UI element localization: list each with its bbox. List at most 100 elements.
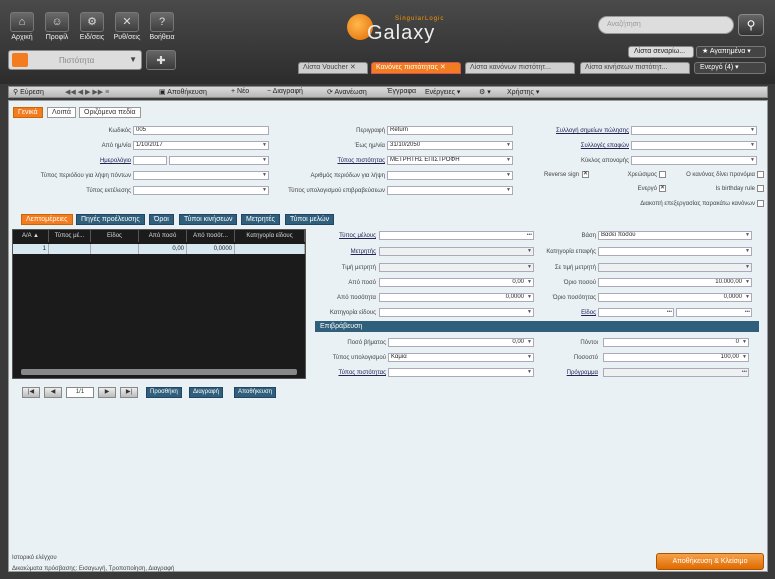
grid-scrollbar[interactable] <box>21 369 297 375</box>
delete-row-button[interactable]: Διαγραφή <box>189 387 223 398</box>
member-type-label[interactable]: Τύπος μέλους <box>310 233 376 239</box>
desc-field[interactable]: Return <box>387 126 513 135</box>
search-button[interactable]: ⚲ <box>738 14 764 36</box>
profile-button[interactable]: ☺ Προφίλ <box>40 12 74 41</box>
grid-header[interactable]: Α/Α ▲ <box>13 230 49 242</box>
sales-points-field[interactable]: ▼ <box>631 126 757 135</box>
tab-loyalty-rules[interactable]: Κανόνες πιστότητας ✕ <box>371 62 461 74</box>
base-field[interactable]: Βάσει ποσού ▼ <box>598 231 752 240</box>
exec-type-field[interactable]: ▼ <box>133 186 269 195</box>
to-date-field[interactable]: 31/10/2050 ▼ <box>387 141 513 150</box>
birthday-checkbox[interactable] <box>757 185 764 192</box>
search-input[interactable]: Αναζήτηση <box>598 16 734 34</box>
find-button[interactable]: ⚲ Εύρεση <box>13 88 44 96</box>
program-field[interactable]: ••• <box>603 368 749 377</box>
program-label[interactable]: Πρόγραμμα <box>520 370 598 376</box>
nav-arrows[interactable]: ◀◀ ◀ ▶ ▶▶ ≡ <box>65 88 109 96</box>
tab-loyalty-rule-list[interactable]: Λίστα κανόνων πιστότητ... <box>465 62 575 74</box>
settings-menu[interactable]: ⚙ ▾ <box>479 88 491 96</box>
period-count-field[interactable]: ▼ <box>387 171 513 180</box>
save-button[interactable]: ▣ Αποθήκευση <box>159 88 207 96</box>
calc-type-field[interactable]: Καμία ▼ <box>388 353 534 362</box>
contacts-field[interactable]: ▼ <box>631 141 757 150</box>
subtab-movement-types[interactable]: Τύποι κινήσεων <box>179 214 238 225</box>
add-row-button[interactable]: Προσθήκη <box>146 387 182 398</box>
grid-header[interactable]: Από ποσότ... <box>187 230 235 242</box>
grid-header[interactable]: Τύπος μέ... <box>49 230 91 242</box>
puzzle-button[interactable]: ✚ <box>146 50 176 70</box>
first-page-button[interactable]: |◀ <box>22 387 40 398</box>
reward-calc-field[interactable]: ▼ <box>387 186 513 195</box>
loyalty-type-field[interactable]: ΜΕΤΡΗΤΗΣ ΕΠΙΣΤΡΟΦΗ ▼ <box>387 156 513 165</box>
item-name-field[interactable]: ••• <box>676 308 752 317</box>
step-field[interactable]: 0,00 ▼ <box>388 338 534 347</box>
tab-custom-fields[interactable]: Οριζόμενα πεδία <box>79 107 141 118</box>
last-page-button[interactable]: ▶| <box>120 387 138 398</box>
stop-checkbox[interactable] <box>757 200 764 207</box>
item-label[interactable]: Είδος <box>520 310 596 316</box>
new-button[interactable]: + Νέο <box>231 88 249 95</box>
next-page-button[interactable]: ▶ <box>98 387 116 398</box>
subtab-terms[interactable]: Όροι <box>149 214 174 225</box>
contact-category-field[interactable]: ▼ <box>598 247 752 256</box>
from-qty-field[interactable]: 0,0000 ▼ <box>379 293 534 302</box>
period-type-field[interactable]: ▼ <box>133 171 269 180</box>
debit-checkbox[interactable] <box>659 171 666 178</box>
counter-value-field[interactable]: ▼ <box>379 263 534 272</box>
subtab-counters[interactable]: Μετρητές <box>241 214 280 225</box>
reverse-checkbox[interactable]: ✕ <box>582 171 589 178</box>
documents-button[interactable]: Έγγραφα <box>387 88 416 95</box>
subtab-sources[interactable]: Πηγές προέλευσης <box>76 214 145 225</box>
calendar-label[interactable]: Ημερολόγιο <box>17 158 131 164</box>
counter-value2-field[interactable]: ▼ <box>598 263 752 272</box>
counter-label[interactable]: Μετρητής <box>310 249 376 255</box>
scenarios-button[interactable]: Λίστα σεναρίω... <box>628 46 694 58</box>
loyalty-type-label[interactable]: Τύπος πιστότητας <box>271 158 385 164</box>
favorites-button[interactable]: ★ Αγαπημένα ▾ <box>696 46 766 58</box>
from-date-field[interactable]: 1/10/2017 ▼ <box>133 141 269 150</box>
refresh-button[interactable]: ⟳ Ανανέωση <box>327 88 367 96</box>
grid-header[interactable]: Από ποσό <box>139 230 187 242</box>
help-button[interactable]: ? Βοήθεια <box>145 12 179 41</box>
reward-loyalty-type-label[interactable]: Τύπος πιστότητας <box>310 370 386 376</box>
points-field[interactable]: 0 ▼ <box>603 338 749 347</box>
save-close-button[interactable]: Αποθήκευση & Κλείσιμο <box>656 553 764 570</box>
notifications-button[interactable]: ⚙ Ειδ/σεις <box>75 12 109 41</box>
details-grid[interactable]: Α/Α ▲ Τύπος μέ... Είδος Από ποσό Από ποσ… <box>12 229 306 379</box>
member-type-field[interactable]: ••• <box>379 231 534 240</box>
counter-field[interactable]: ▼ <box>379 247 534 256</box>
delete-button[interactable]: − Διαγραφή <box>267 88 303 95</box>
table-row[interactable]: 1 0,00 0,0000 <box>13 244 305 254</box>
page-input[interactable]: 1/1 <box>66 387 94 398</box>
tab-general[interactable]: Γενικά <box>13 107 43 118</box>
code-field[interactable]: 005 <box>133 126 269 135</box>
reward-loyalty-type-field[interactable]: ▼ <box>388 368 534 377</box>
item-code-field[interactable]: ••• <box>598 308 674 317</box>
sales-points-label[interactable]: Συλλογή σημείων πώλησης <box>515 128 629 134</box>
subtab-details[interactable]: Λεπτομέρειες <box>21 214 73 225</box>
subtab-member-types[interactable]: Τύποι μελών <box>285 214 335 225</box>
from-amount-field[interactable]: 0,00 ▼ <box>379 278 534 287</box>
tab-other[interactable]: Λοιπά <box>47 107 76 118</box>
save-row-button[interactable]: Αποθήκευση <box>234 387 277 398</box>
tab-voucher-list[interactable]: Λίστα Voucher ✕ <box>298 62 368 74</box>
user-menu[interactable]: Χρήστης ▾ <box>507 88 539 96</box>
grid-header[interactable]: Είδος <box>91 230 139 242</box>
privilege-checkbox[interactable] <box>757 171 764 178</box>
settings-button[interactable]: ✕ Ρυθ/σεις <box>110 12 144 41</box>
active-windows-button[interactable]: Ενεργό (4) ▾ <box>694 62 766 74</box>
prev-page-button[interactable]: ◀ <box>44 387 62 398</box>
active-checkbox[interactable]: ✕ <box>659 185 666 192</box>
calendar-code[interactable] <box>133 156 167 165</box>
actions-menu[interactable]: Ενέργειες ▾ <box>425 88 460 96</box>
qty-limit-field[interactable]: 0,0000 ▼ <box>598 293 752 302</box>
home-button[interactable]: ⌂ Αρχική <box>5 12 39 41</box>
redemption-field[interactable]: ▼ <box>631 156 757 165</box>
calendar-field[interactable]: ▼ <box>169 156 269 165</box>
amount-limit-field[interactable]: 10.000,00 ▼ <box>598 278 752 287</box>
item-category-field[interactable]: ▼ <box>379 308 534 317</box>
grid-header[interactable]: Κατηγορία είδους <box>235 230 305 242</box>
contacts-label[interactable]: Συλλογές επαφών <box>515 143 629 149</box>
audit-history-link[interactable]: Ιστορικό ελέγχου <box>12 555 57 561</box>
tab-loyalty-movements[interactable]: Λίστα κινήσεων πιστότητ... <box>580 62 690 74</box>
